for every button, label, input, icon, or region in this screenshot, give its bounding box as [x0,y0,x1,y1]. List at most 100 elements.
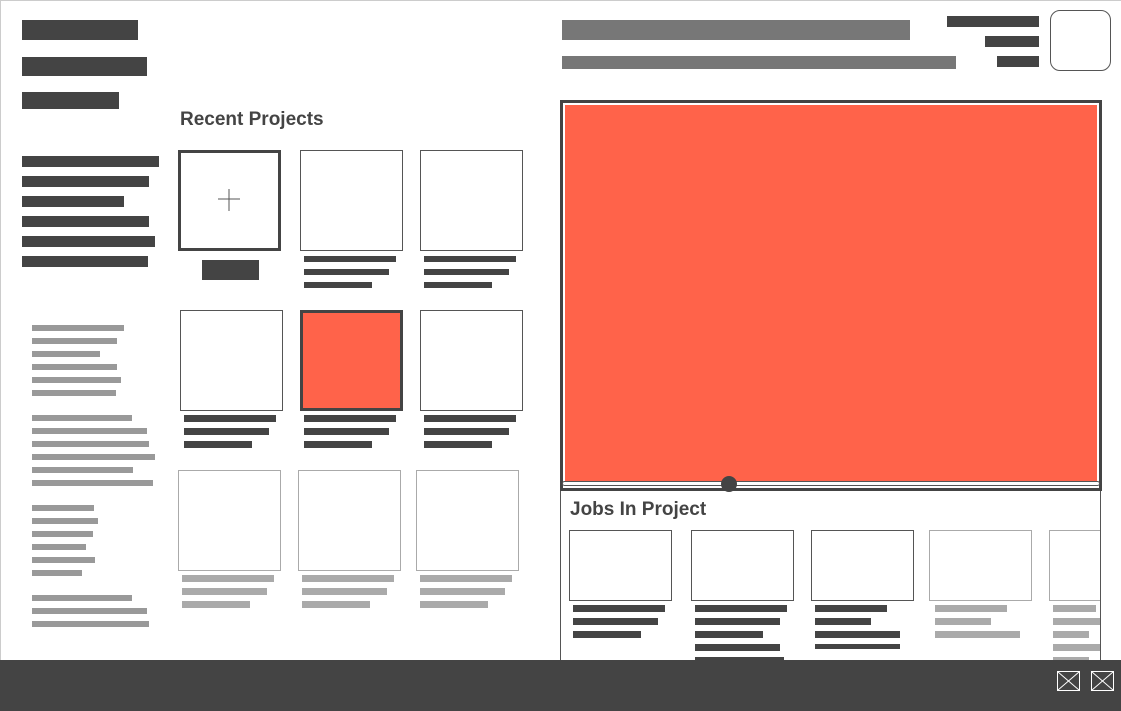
preview-scrubber-track[interactable] [562,481,1100,486]
project-caption-line [302,575,394,582]
header-menu-item[interactable] [997,56,1039,67]
project-caption-line [304,269,389,275]
project-thumbnail[interactable] [300,150,403,251]
jobs-panel: Jobs In Project [560,491,1101,660]
sidebar-nav-secondary[interactable] [22,57,147,76]
job-caption-line [573,631,641,638]
sidebar-menu-item[interactable] [22,236,155,247]
sidebar-text-line [32,325,124,331]
sidebar-text-line [32,441,149,447]
header-menu-item[interactable] [947,16,1039,27]
job-thumbnail[interactable] [569,530,672,601]
job-caption-line [815,644,900,649]
sidebar-text-line [32,377,121,383]
project-thumbnail[interactable] [180,310,283,411]
job-caption-line [1053,605,1096,612]
project-caption-line [424,428,509,435]
sidebar [0,0,170,660]
sidebar-text-line [32,557,95,563]
project-subtitle-placeholder [562,56,956,69]
header-menu-item[interactable] [985,36,1039,47]
project-thumbnail[interactable] [298,470,401,571]
project-thumbnail[interactable] [420,310,523,411]
sidebar-text-line [32,338,117,344]
project-caption-line [302,601,370,608]
sidebar-text-line [32,570,82,576]
job-caption-line [815,605,887,612]
project-thumbnail[interactable] [420,150,523,251]
sidebar-text-line [32,364,117,370]
project-caption-line [304,282,372,288]
project-caption-line [424,282,492,288]
project-caption-line [420,588,505,595]
project-caption-line [184,441,252,448]
sidebar-text-line [32,467,133,473]
job-thumbnail[interactable] [929,530,1032,601]
image-placeholder-icon[interactable] [1057,671,1080,691]
project-caption-line [182,601,250,608]
project-caption-line [304,441,372,448]
job-thumbnail[interactable] [1049,530,1100,601]
project-caption-line [420,601,488,608]
avatar[interactable] [1050,10,1111,71]
job-caption-line [695,605,787,612]
new-project-tile[interactable] [178,150,281,251]
job-caption-line [815,631,900,638]
project-caption-line [304,256,396,262]
job-caption-line [1053,644,1100,651]
job-caption-line [935,631,1020,638]
project-caption-line [304,428,389,435]
sidebar-text-line [32,351,100,357]
sidebar-text-line [32,428,147,434]
sidebar-text-line [32,608,147,614]
project-thumbnail[interactable] [416,470,519,571]
job-thumbnail[interactable] [691,530,794,601]
job-caption-line [695,644,780,651]
sidebar-text-line [32,544,86,550]
job-thumbnail[interactable] [811,530,914,601]
project-caption-line [424,269,509,275]
sidebar-text-line [32,531,93,537]
project-caption-line [424,415,516,422]
new-project-button[interactable] [202,260,259,280]
project-thumbnail[interactable] [178,470,281,571]
jobs-in-project-title: Jobs In Project [570,499,707,520]
project-title-placeholder [562,20,910,40]
sidebar-text-line [32,621,149,627]
sidebar-menu-item[interactable] [22,156,159,167]
job-caption-line [1053,618,1100,625]
sidebar-text-line [32,480,153,486]
plus-icon [218,189,240,211]
image-placeholder-icon-glyph [1092,672,1113,690]
preview-media[interactable] [565,105,1097,482]
sidebar-menu-item[interactable] [22,256,148,267]
sidebar-menu-item[interactable] [22,176,149,187]
project-caption-line [184,428,269,435]
project-caption-line [420,575,512,582]
job-caption-line [935,605,1007,612]
project-caption-line [424,256,516,262]
image-placeholder-icon[interactable] [1091,671,1114,691]
project-caption-line [302,588,387,595]
sidebar-text-line [32,595,132,601]
sidebar-nav-tertiary[interactable] [22,92,119,109]
project-caption-line [304,415,396,422]
project-caption-line [182,588,267,595]
sidebar-nav-primary[interactable] [22,20,138,40]
job-caption-line [573,618,658,625]
sidebar-text-line [32,518,98,524]
sidebar-menu-item[interactable] [22,216,149,227]
preview-scrubber-handle[interactable] [721,476,737,492]
job-caption-line [1053,631,1089,638]
project-caption-line [184,415,276,422]
sidebar-text-line [32,505,94,511]
sidebar-menu-item[interactable] [22,196,124,207]
project-thumbnail-selected[interactable] [300,310,403,411]
image-placeholder-icon-glyph [1058,672,1079,690]
job-caption-line [573,605,665,612]
project-caption-line [182,575,274,582]
job-caption-line [815,618,871,625]
job-caption-line [935,618,991,625]
recent-projects-title: Recent Projects [180,109,324,130]
preview-panel [560,100,1102,491]
